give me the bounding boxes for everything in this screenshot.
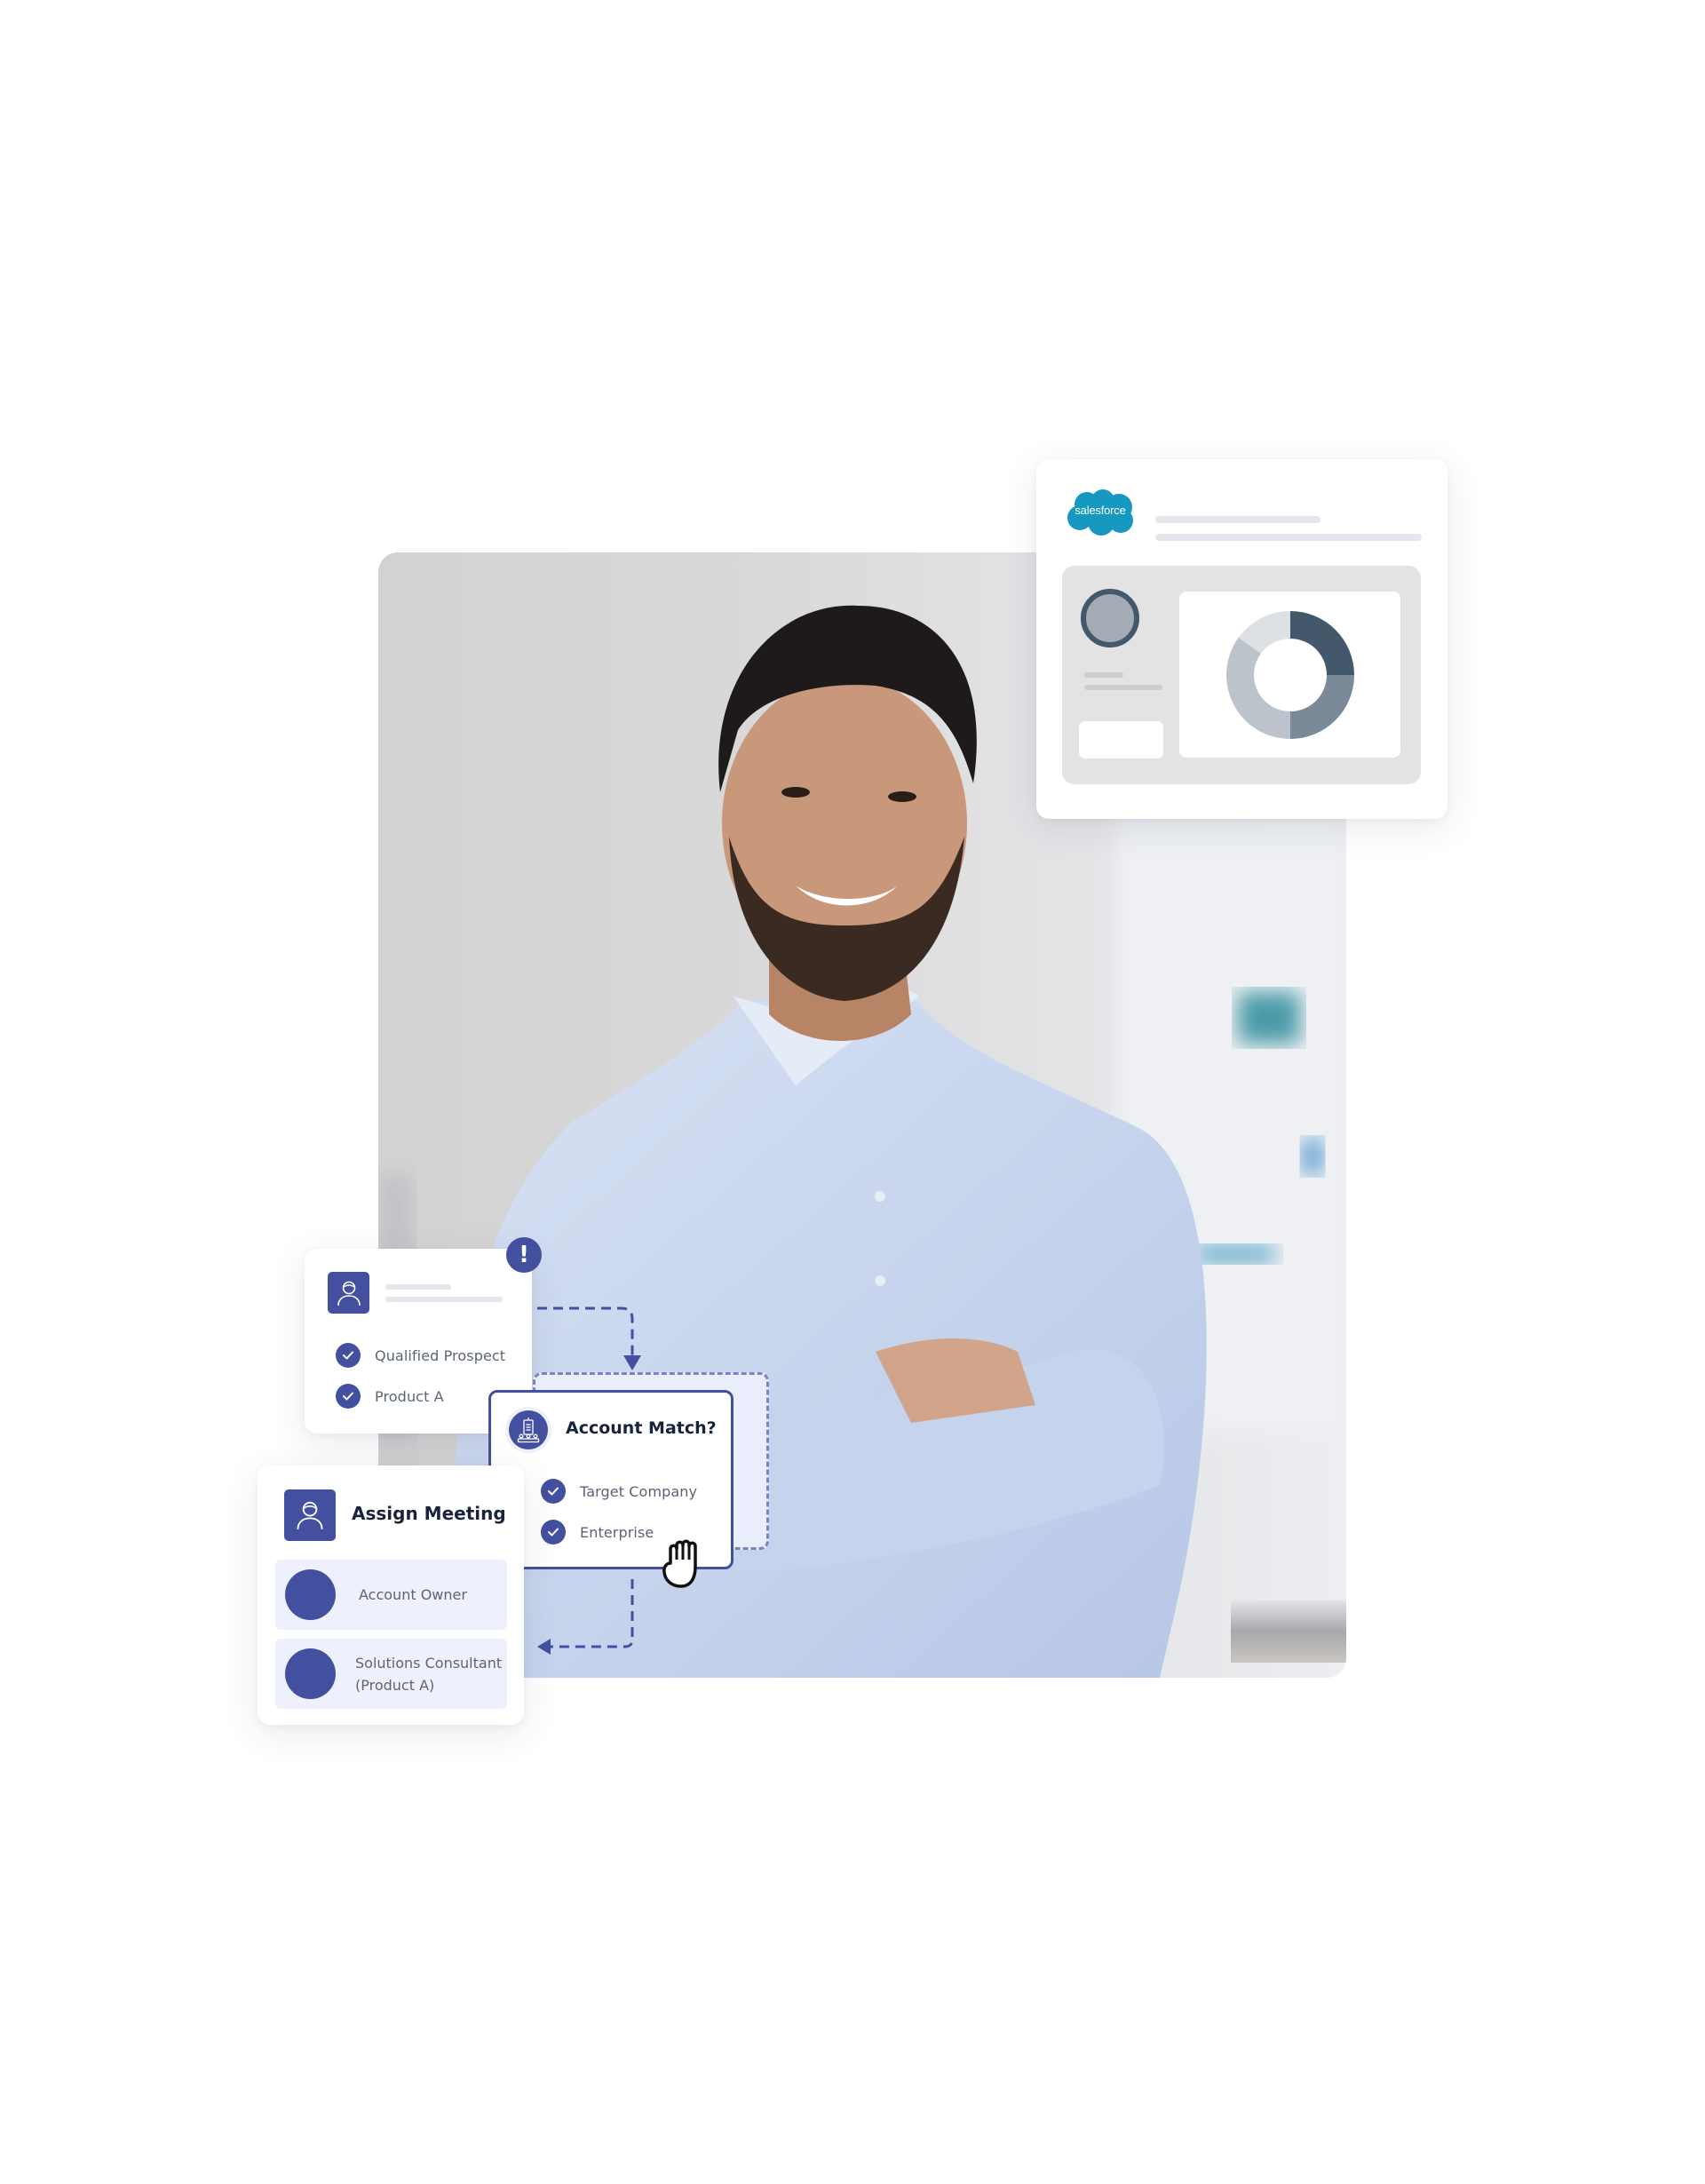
check-label: Product A	[375, 1387, 444, 1405]
donut-chart-box	[1179, 592, 1400, 758]
background-sticky-note	[1238, 992, 1300, 1044]
building-icon	[509, 1410, 548, 1449]
donut-segment-mid	[1290, 675, 1354, 739]
dashboard-button[interactable]	[1079, 721, 1163, 758]
check-item: Qualified Prospect	[336, 1343, 505, 1368]
checkmark-icon	[541, 1520, 566, 1545]
assignee-item[interactable]: Account Owner	[275, 1560, 507, 1630]
donut-chart	[1226, 611, 1354, 739]
alert-icon[interactable]: !	[506, 1237, 542, 1273]
check-item: Product A	[336, 1384, 444, 1409]
checkmark-icon	[336, 1343, 361, 1368]
salesforce-logo: salesforce	[1066, 488, 1135, 536]
assign-meeting-card: Assign Meeting Account Owner Solutions C…	[258, 1465, 524, 1725]
checkmark-icon	[541, 1479, 566, 1504]
donut-segment-light	[1226, 637, 1290, 739]
check-item: Target Company	[541, 1479, 697, 1504]
check-item: Enterprise	[541, 1520, 654, 1545]
donut-segment-dark	[1290, 611, 1354, 675]
placeholder-line	[385, 1284, 451, 1290]
user-icon	[297, 1501, 323, 1529]
assign-meeting-title: Assign Meeting	[352, 1503, 506, 1524]
user-icon-box	[328, 1272, 369, 1314]
check-label: Enterprise	[580, 1523, 654, 1541]
building-icon-ring	[505, 1407, 551, 1453]
salesforce-dashboard-card: salesforce	[1036, 459, 1447, 819]
assignee-avatar	[285, 1569, 336, 1620]
user-icon	[337, 1281, 361, 1306]
avatar	[1081, 589, 1139, 647]
placeholder-line	[1084, 672, 1123, 678]
placeholder-line	[1084, 685, 1162, 690]
checkmark-icon	[336, 1384, 361, 1409]
account-match-title: Account Match?	[566, 1418, 717, 1438]
check-label: Target Company	[580, 1482, 698, 1500]
placeholder-line	[385, 1297, 503, 1302]
dashboard-panel	[1062, 566, 1421, 784]
header-placeholder-line	[1155, 534, 1422, 541]
assignee-label: Account Owner	[359, 1586, 467, 1603]
salesforce-logo-text: salesforce	[1075, 504, 1126, 517]
grab-hand-cursor-icon	[662, 1539, 697, 1588]
check-label: Qualified Prospect	[375, 1346, 506, 1364]
header-placeholder-line	[1155, 516, 1320, 523]
assignee-avatar	[285, 1648, 336, 1699]
assignee-label: Solutions Consultant (Product A)	[355, 1654, 503, 1694]
user-icon-box	[284, 1489, 336, 1541]
assignee-item[interactable]: Solutions Consultant (Product A)	[275, 1639, 507, 1709]
